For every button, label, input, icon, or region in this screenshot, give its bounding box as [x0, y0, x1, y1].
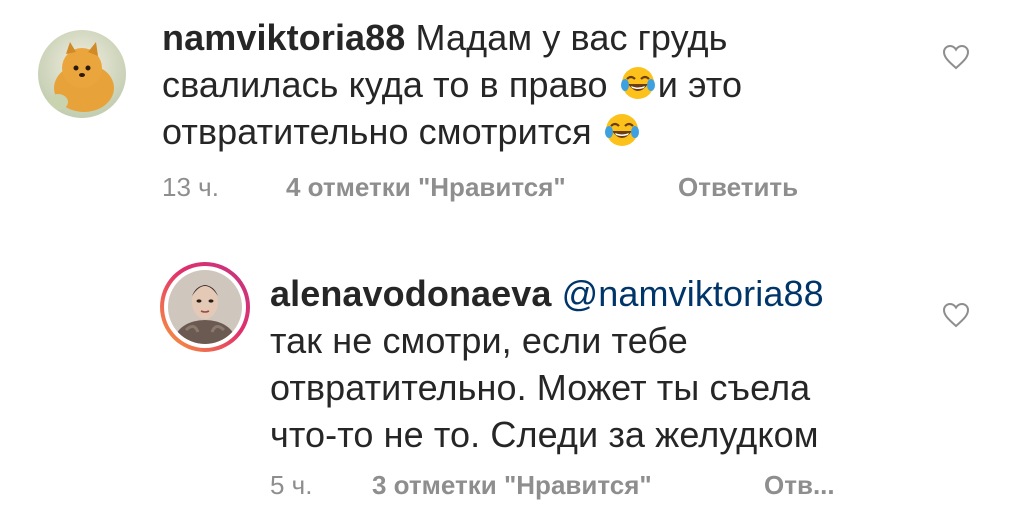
comment-alenavodonaeva: alenavodonaeva @namviktoria88 так не смо… — [0, 240, 1024, 521]
comment-text-line: Мадам у вас грудь — [415, 17, 728, 58]
avatar-story-ring[interactable] — [160, 262, 250, 352]
comment-line-1: alenavodonaeva @namviktoria88 — [270, 270, 920, 317]
comment-body: alenavodonaeva @namviktoria88 так не смо… — [270, 270, 920, 458]
comment-text-line: и это — [657, 64, 743, 105]
mention-link[interactable]: @namviktoria88 — [562, 273, 824, 314]
comment-text-line: отвратительно смотрится — [162, 111, 592, 152]
avatar — [168, 270, 242, 344]
heart-icon[interactable] — [942, 302, 970, 328]
avatar[interactable] — [38, 30, 126, 118]
comment-timestamp: 5 ч. — [270, 470, 313, 500]
comment-meta: 13 ч. 4 отметки "Нравится" Ответить — [162, 172, 922, 204]
comment-line-3: отвратительно смотрится — [162, 108, 922, 155]
comment-line-2: свалилась куда то в право и это — [162, 61, 922, 108]
reply-button[interactable]: Отв... — [764, 470, 835, 501]
comment-namviktoria88: namviktoria88 Мадам у вас грудь свалилас… — [0, 0, 1024, 230]
face-with-tears-of-joy-icon — [604, 114, 639, 146]
comment-line-1: namviktoria88 Мадам у вас грудь — [162, 14, 922, 61]
face-with-tears-of-joy-icon — [620, 67, 655, 99]
comment-text-line: так не смотри, если тебе — [270, 320, 688, 361]
likes-count-button[interactable]: 3 отметки "Нравится" — [372, 470, 652, 501]
comment-meta: 5 ч. 3 отметки "Нравится" Отв... — [270, 470, 910, 502]
comment-text-line: что-то не то. Следи за желудком — [270, 414, 819, 455]
comment-username[interactable]: alenavodonaeva — [270, 273, 552, 314]
heart-icon[interactable] — [942, 44, 970, 70]
reply-button[interactable]: Ответить — [678, 172, 798, 203]
comment-text-line: свалилась куда то в право — [162, 64, 608, 105]
comment-text-line: отвратительно. Может ты съела — [270, 367, 811, 408]
comment-username[interactable]: namviktoria88 — [162, 17, 405, 58]
comment-body: namviktoria88 Мадам у вас грудь свалилас… — [162, 14, 922, 155]
comment-timestamp: 13 ч. — [162, 172, 219, 202]
likes-count-button[interactable]: 4 отметки "Нравится" — [286, 172, 566, 203]
pomeranian-dog-icon — [38, 30, 126, 118]
